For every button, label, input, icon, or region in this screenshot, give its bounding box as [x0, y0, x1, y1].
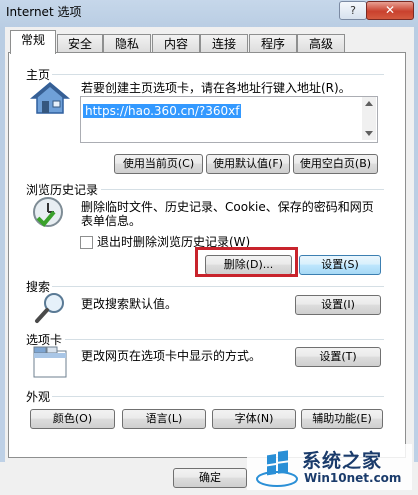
use-blank-button[interactable]: 使用空白页(B) — [293, 154, 378, 174]
history-desc-line2: 表单信息。 — [81, 214, 142, 228]
watermark-subtitle: Win10net.com — [304, 471, 402, 485]
tabs-desc: 更改网页在选项卡中显示的方式。 — [81, 349, 262, 363]
delete-on-exit-checkbox[interactable] — [80, 236, 93, 249]
accessibility-button[interactable]: 辅助功能(E) — [301, 409, 383, 429]
watermark-title: 系统之家 — [302, 450, 383, 472]
close-button[interactable]: ✕ — [366, 1, 414, 20]
tabs-settings-button[interactable]: 设置(T) — [295, 347, 381, 367]
fonts-button[interactable]: 字体(N) — [212, 409, 296, 429]
windows-logo-icon — [255, 449, 299, 489]
divider — [101, 189, 384, 190]
house-icon — [29, 80, 71, 116]
help-button[interactable]: ? — [339, 1, 367, 20]
languages-button[interactable]: 语言(L) — [122, 409, 206, 429]
url-scrollbar[interactable] — [362, 97, 376, 140]
use-default-button[interactable]: 使用默认值(F) — [206, 154, 290, 174]
homepage-url-text: https://hao.360.cn/?360xf — [83, 104, 242, 118]
magnifier-icon — [34, 291, 68, 325]
tab-content[interactable]: 内容 — [152, 34, 200, 53]
appearance-heading: 外观 — [26, 390, 51, 404]
search-desc: 更改搜索默认值。 — [81, 297, 178, 311]
tab-advanced[interactable]: 高级 — [297, 34, 345, 53]
search-settings-button[interactable]: 设置(I) — [295, 295, 381, 315]
highlight-box — [195, 247, 298, 277]
use-current-button[interactable]: 使用当前页(C) — [114, 154, 203, 174]
tab-connections[interactable]: 连接 — [200, 34, 248, 53]
window-title: Internet 选项 — [6, 5, 82, 19]
colors-button[interactable]: 颜色(O) — [30, 409, 115, 429]
divider — [52, 286, 384, 287]
home-instruction: 若要创建主页选项卡，请在各地址行键入地址(R)。 — [81, 81, 351, 95]
tab-privacy[interactable]: 隐私 — [103, 34, 151, 53]
ok-button[interactable]: 确定 — [173, 468, 247, 488]
divider — [52, 74, 384, 75]
history-desc-line1: 删除临时文件、历史记录、Cookie、保存的密码和网页 — [81, 200, 374, 214]
history-settings-button[interactable]: 设置(S) — [299, 255, 381, 275]
clock-check-icon — [32, 196, 66, 230]
divider — [52, 396, 384, 397]
tabbed-window-icon — [32, 345, 68, 379]
tab-general[interactable]: 常规 — [10, 30, 56, 54]
tab-security[interactable]: 安全 — [57, 34, 103, 53]
tab-programs[interactable]: 程序 — [249, 34, 297, 53]
divider — [65, 339, 384, 340]
